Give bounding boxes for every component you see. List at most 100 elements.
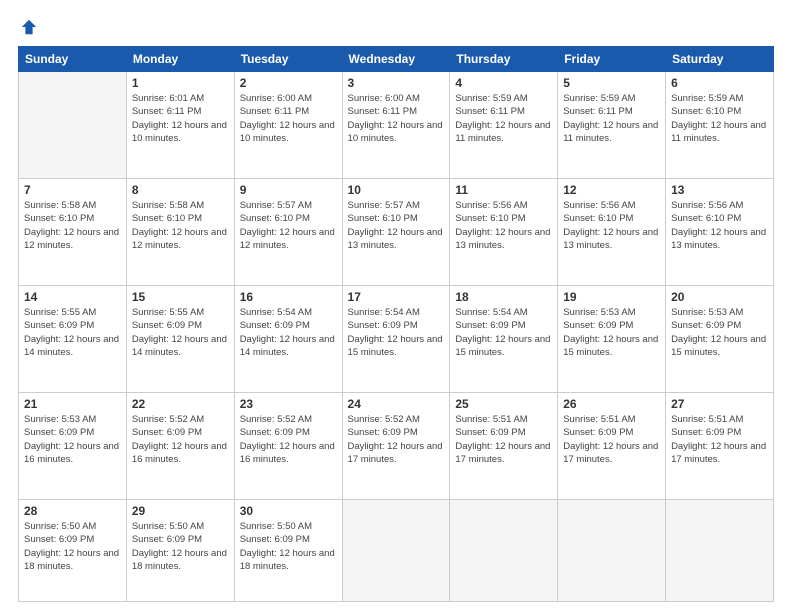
day-info: Sunrise: 5:55 AMSunset: 6:09 PMDaylight:… <box>24 306 121 359</box>
day-number: 8 <box>132 183 229 197</box>
day-number: 24 <box>348 397 445 411</box>
day-number: 21 <box>24 397 121 411</box>
logo <box>18 18 38 36</box>
day-info: Sunrise: 5:59 AMSunset: 6:11 PMDaylight:… <box>455 92 552 145</box>
day-number: 10 <box>348 183 445 197</box>
calendar-cell: 22 Sunrise: 5:52 AMSunset: 6:09 PMDayligh… <box>126 392 234 499</box>
calendar-cell: 24Sunrise: 5:52 AMSunset: 6:09 PMDayligh… <box>342 392 450 499</box>
day-number: 18 <box>455 290 552 304</box>
calendar-week-row: 14 Sunrise: 5:55 AMSunset: 6:09 PMDayligh… <box>19 285 774 392</box>
calendar-cell: 15 Sunrise: 5:55 AMSunset: 6:09 PMDayligh… <box>126 285 234 392</box>
day-number: 13 <box>671 183 768 197</box>
calendar-cell: 20Sunrise: 5:53 AMSunset: 6:09 PMDayligh… <box>666 285 774 392</box>
day-info: Sunrise: 5:51 AMSunset: 6:09 PMDaylight:… <box>671 413 768 466</box>
day-number: 16 <box>240 290 337 304</box>
calendar-cell: 12 Sunrise: 5:56 AMSunset: 6:10 PMDayligh… <box>558 178 666 285</box>
day-info: Sunrise: 5:53 AMSunset: 6:09 PMDaylight:… <box>24 413 121 466</box>
day-number: 5 <box>563 76 660 90</box>
calendar-cell <box>558 499 666 601</box>
calendar-cell: 17 Sunrise: 5:54 AMSunset: 6:09 PMDayligh… <box>342 285 450 392</box>
calendar-cell: 8 Sunrise: 5:58 AMSunset: 6:10 PMDaylight… <box>126 178 234 285</box>
calendar-cell: 25 Sunrise: 5:51 AMSunset: 6:09 PMDayligh… <box>450 392 558 499</box>
calendar-week-row: 28 Sunrise: 5:50 AMSunset: 6:09 PMDayligh… <box>19 499 774 601</box>
calendar-table: SundayMondayTuesdayWednesdayThursdayFrid… <box>18 46 774 602</box>
calendar-day-header: Friday <box>558 47 666 72</box>
calendar-cell: 10 Sunrise: 5:57 AMSunset: 6:10 PMDayligh… <box>342 178 450 285</box>
calendar-week-row: 1 Sunrise: 6:01 AMSunset: 6:11 PMDaylight… <box>19 72 774 179</box>
day-info: Sunrise: 5:54 AMSunset: 6:09 PMDaylight:… <box>240 306 337 359</box>
day-number: 3 <box>348 76 445 90</box>
day-number: 7 <box>24 183 121 197</box>
calendar-day-header: Sunday <box>19 47 127 72</box>
calendar-week-row: 7 Sunrise: 5:58 AMSunset: 6:10 PMDaylight… <box>19 178 774 285</box>
day-info: Sunrise: 5:56 AMSunset: 6:10 PMDaylight:… <box>671 199 768 252</box>
day-info: Sunrise: 5:54 AMSunset: 6:09 PMDaylight:… <box>348 306 445 359</box>
day-info: Sunrise: 5:58 AMSunset: 6:10 PMDaylight:… <box>24 199 121 252</box>
day-number: 17 <box>348 290 445 304</box>
day-info: Sunrise: 5:51 AMSunset: 6:09 PMDaylight:… <box>455 413 552 466</box>
day-info: Sunrise: 5:59 AMSunset: 6:10 PMDaylight:… <box>671 92 768 145</box>
day-info: Sunrise: 6:01 AMSunset: 6:11 PMDaylight:… <box>132 92 229 145</box>
calendar-cell: 23Sunrise: 5:52 AMSunset: 6:09 PMDayligh… <box>234 392 342 499</box>
day-info: Sunrise: 5:57 AMSunset: 6:10 PMDaylight:… <box>240 199 337 252</box>
calendar-body: 1 Sunrise: 6:01 AMSunset: 6:11 PMDaylight… <box>19 72 774 602</box>
day-number: 15 <box>132 290 229 304</box>
day-number: 26 <box>563 397 660 411</box>
day-number: 1 <box>132 76 229 90</box>
day-info: Sunrise: 5:58 AMSunset: 6:10 PMDaylight:… <box>132 199 229 252</box>
day-info: Sunrise: 5:52 AMSunset: 6:09 PMDaylight:… <box>132 413 229 466</box>
calendar-week-row: 21 Sunrise: 5:53 AMSunset: 6:09 PMDayligh… <box>19 392 774 499</box>
calendar-cell <box>342 499 450 601</box>
calendar-day-header: Saturday <box>666 47 774 72</box>
calendar-cell <box>450 499 558 601</box>
calendar-cell <box>19 72 127 179</box>
calendar-day-header: Thursday <box>450 47 558 72</box>
calendar-day-header: Monday <box>126 47 234 72</box>
day-info: Sunrise: 5:57 AMSunset: 6:10 PMDaylight:… <box>348 199 445 252</box>
day-info: Sunrise: 6:00 AMSunset: 6:11 PMDaylight:… <box>348 92 445 145</box>
calendar-cell: 4Sunrise: 5:59 AMSunset: 6:11 PMDaylight… <box>450 72 558 179</box>
day-info: Sunrise: 5:50 AMSunset: 6:09 PMDaylight:… <box>132 520 229 573</box>
calendar-day-header: Tuesday <box>234 47 342 72</box>
day-info: Sunrise: 5:55 AMSunset: 6:09 PMDaylight:… <box>132 306 229 359</box>
calendar-cell: 28 Sunrise: 5:50 AMSunset: 6:09 PMDayligh… <box>19 499 127 601</box>
day-info: Sunrise: 5:53 AMSunset: 6:09 PMDaylight:… <box>563 306 660 359</box>
calendar-cell: 14 Sunrise: 5:55 AMSunset: 6:09 PMDayligh… <box>19 285 127 392</box>
day-number: 9 <box>240 183 337 197</box>
logo-icon <box>20 18 38 36</box>
day-number: 22 <box>132 397 229 411</box>
calendar-day-header: Wednesday <box>342 47 450 72</box>
day-number: 19 <box>563 290 660 304</box>
calendar-cell: 9 Sunrise: 5:57 AMSunset: 6:10 PMDaylight… <box>234 178 342 285</box>
calendar-cell: 1 Sunrise: 6:01 AMSunset: 6:11 PMDaylight… <box>126 72 234 179</box>
calendar-cell: 21 Sunrise: 5:53 AMSunset: 6:09 PMDayligh… <box>19 392 127 499</box>
calendar-cell: 13 Sunrise: 5:56 AMSunset: 6:10 PMDayligh… <box>666 178 774 285</box>
day-number: 27 <box>671 397 768 411</box>
calendar-cell: 3 Sunrise: 6:00 AMSunset: 6:11 PMDaylight… <box>342 72 450 179</box>
day-info: Sunrise: 5:52 AMSunset: 6:09 PMDaylight:… <box>240 413 337 466</box>
day-number: 28 <box>24 504 121 518</box>
day-number: 11 <box>455 183 552 197</box>
calendar-cell: 11 Sunrise: 5:56 AMSunset: 6:10 PMDayligh… <box>450 178 558 285</box>
calendar-cell: 7 Sunrise: 5:58 AMSunset: 6:10 PMDaylight… <box>19 178 127 285</box>
calendar-cell: 2Sunrise: 6:00 AMSunset: 6:11 PMDaylight… <box>234 72 342 179</box>
calendar-cell: 5 Sunrise: 5:59 AMSunset: 6:11 PMDaylight… <box>558 72 666 179</box>
day-info: Sunrise: 5:59 AMSunset: 6:11 PMDaylight:… <box>563 92 660 145</box>
calendar-cell <box>666 499 774 601</box>
day-info: Sunrise: 5:53 AMSunset: 6:09 PMDaylight:… <box>671 306 768 359</box>
day-info: Sunrise: 5:50 AMSunset: 6:09 PMDaylight:… <box>24 520 121 573</box>
day-info: Sunrise: 5:56 AMSunset: 6:10 PMDaylight:… <box>563 199 660 252</box>
day-number: 29 <box>132 504 229 518</box>
header <box>18 18 774 36</box>
day-number: 12 <box>563 183 660 197</box>
day-number: 14 <box>24 290 121 304</box>
day-info: Sunrise: 5:56 AMSunset: 6:10 PMDaylight:… <box>455 199 552 252</box>
day-number: 25 <box>455 397 552 411</box>
calendar-cell: 19 Sunrise: 5:53 AMSunset: 6:09 PMDayligh… <box>558 285 666 392</box>
calendar-cell: 27 Sunrise: 5:51 AMSunset: 6:09 PMDayligh… <box>666 392 774 499</box>
day-info: Sunrise: 5:54 AMSunset: 6:09 PMDaylight:… <box>455 306 552 359</box>
day-info: Sunrise: 5:51 AMSunset: 6:09 PMDaylight:… <box>563 413 660 466</box>
calendar-header-row: SundayMondayTuesdayWednesdayThursdayFrid… <box>19 47 774 72</box>
page: SundayMondayTuesdayWednesdayThursdayFrid… <box>0 0 792 612</box>
day-number: 2 <box>240 76 337 90</box>
